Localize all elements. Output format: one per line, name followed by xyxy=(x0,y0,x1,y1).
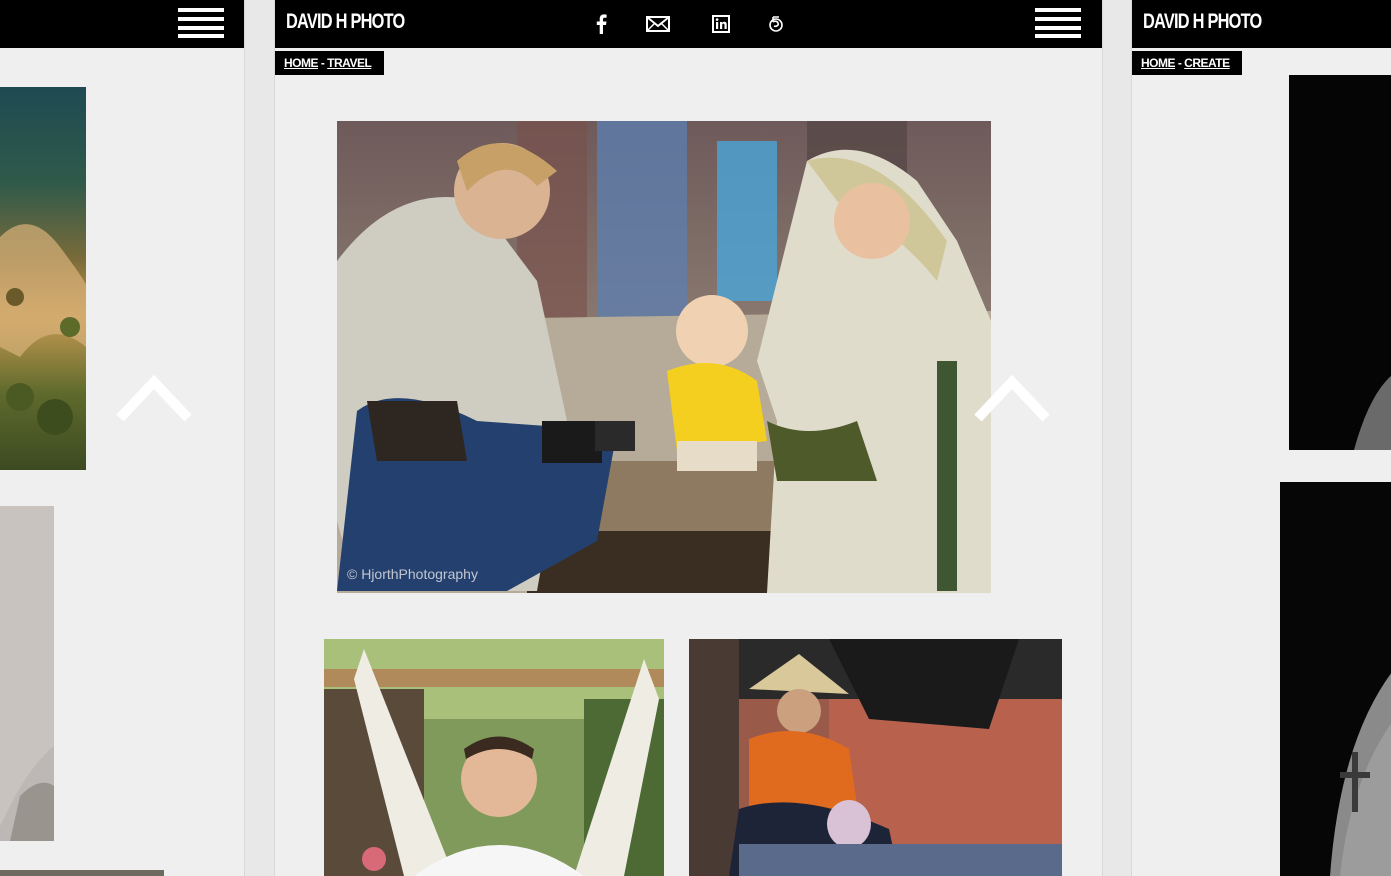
scroll-up-icon[interactable] xyxy=(974,374,1050,422)
hero-photo[interactable]: © HjorthPhotography xyxy=(337,121,991,593)
breadcrumb-separator: - xyxy=(318,56,328,70)
bottom-photo[interactable] xyxy=(0,870,164,876)
breadcrumb-separator: - xyxy=(1175,56,1185,70)
breadcrumb-home-link[interactable]: HOME xyxy=(284,56,319,70)
portrait-photo[interactable] xyxy=(0,506,54,841)
breadcrumb-current-link[interactable]: TRAVEL xyxy=(327,56,372,70)
center-panel: DAVID H PHOTO HOME - TRAVEL © HjorthPhot… xyxy=(274,0,1103,876)
breadcrumb: HOME - CREATE xyxy=(1132,51,1242,75)
linkedin-icon[interactable] xyxy=(707,12,735,36)
scroll-up-icon[interactable] xyxy=(116,374,192,422)
breadcrumb-home-link[interactable]: HOME xyxy=(1141,56,1176,70)
site-title[interactable]: DAVID H PHOTO xyxy=(286,10,405,34)
center-top-bar: DAVID H PHOTO xyxy=(275,0,1102,48)
street-portrait-photo[interactable] xyxy=(689,639,1062,876)
menu-icon[interactable] xyxy=(1035,8,1081,38)
left-top-bar xyxy=(0,0,244,48)
right-panel: DAVID H PHOTO HOME - CREATE xyxy=(1131,0,1391,876)
right-top-bar: DAVID H PHOTO xyxy=(1132,0,1391,48)
facebook-icon[interactable] xyxy=(587,12,615,36)
500px-icon[interactable] xyxy=(762,12,790,36)
hammock-portrait-photo[interactable] xyxy=(324,639,664,876)
dark-portrait-photo[interactable] xyxy=(1289,75,1391,450)
breadcrumb: HOME - TRAVEL xyxy=(275,51,384,75)
mail-icon[interactable] xyxy=(645,12,671,36)
site-title[interactable]: DAVID H PHOTO xyxy=(1143,10,1262,34)
breadcrumb-current-link[interactable]: CREATE xyxy=(1184,56,1230,70)
tattoo-back-photo[interactable] xyxy=(1280,482,1391,876)
menu-icon[interactable] xyxy=(178,8,224,38)
watermark: © HjorthPhotography xyxy=(347,566,478,582)
left-panel xyxy=(0,0,245,876)
aerial-photo[interactable] xyxy=(0,87,86,470)
